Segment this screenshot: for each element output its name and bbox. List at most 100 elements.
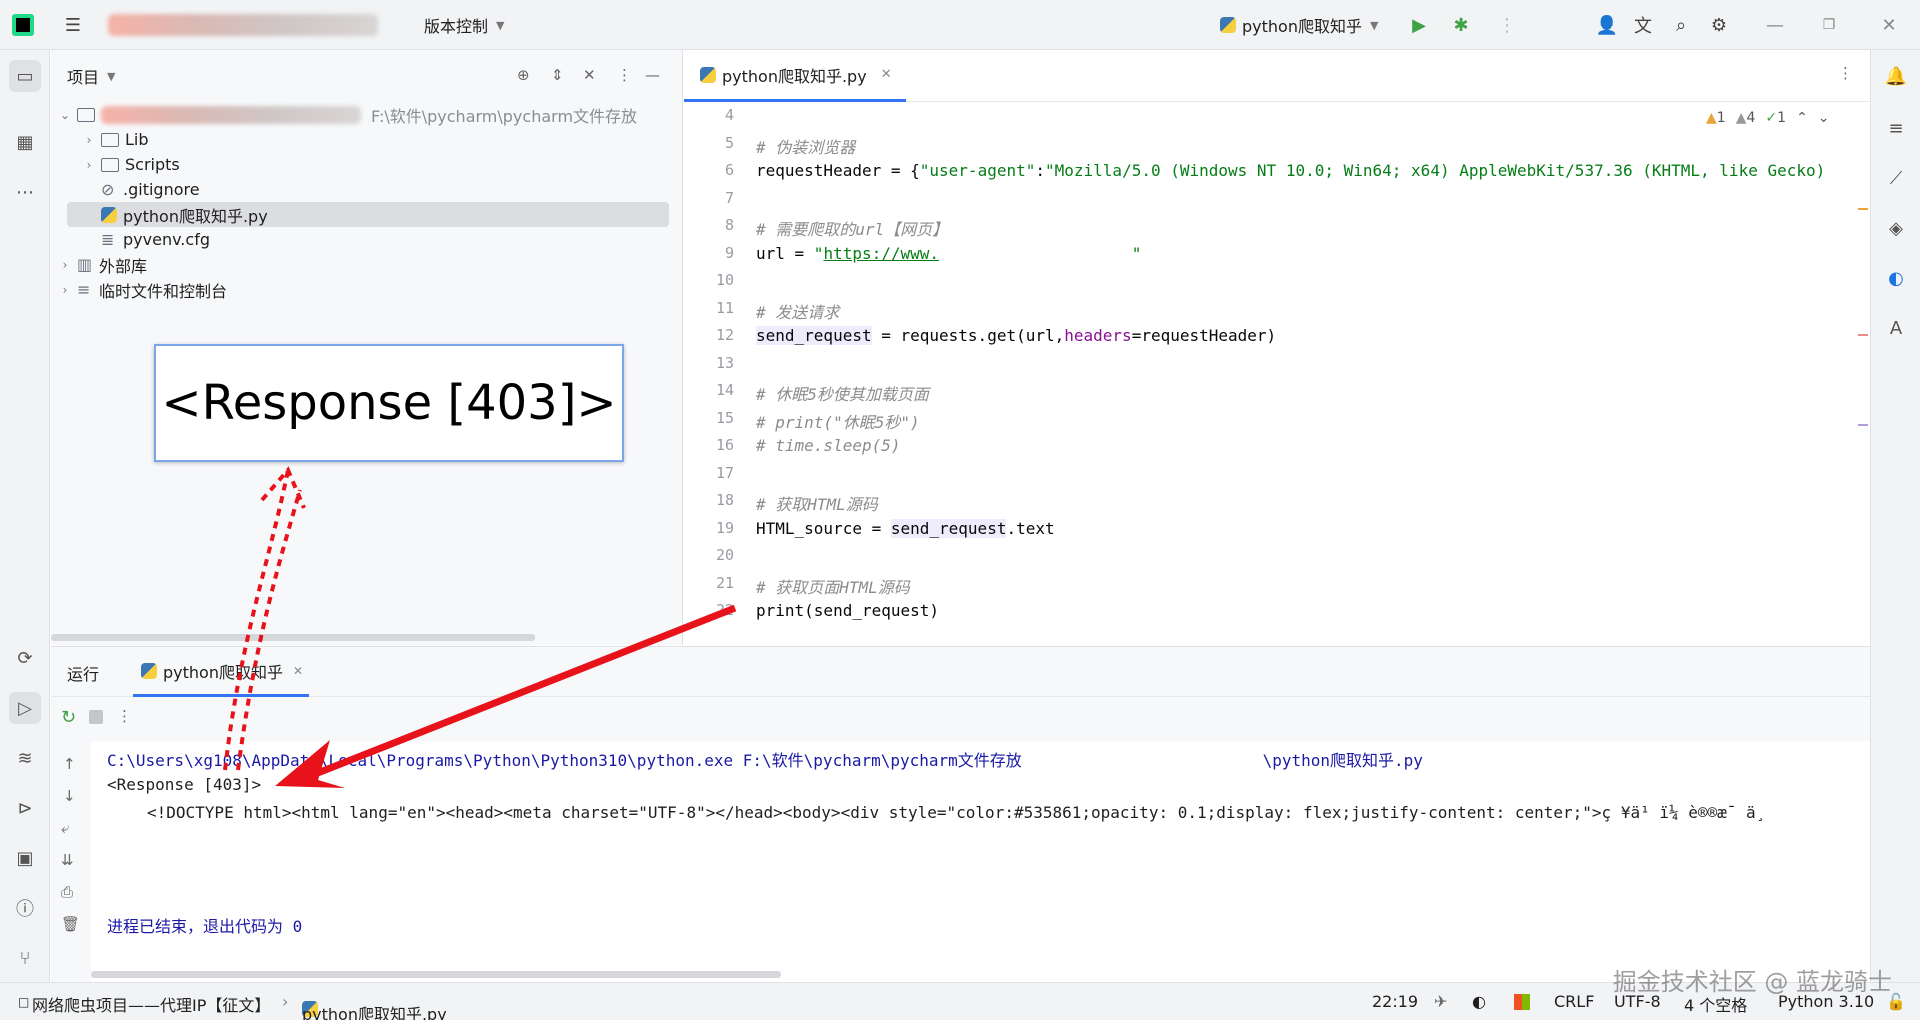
python-packages-icon[interactable]: ⟳ xyxy=(9,642,41,674)
notifications-icon[interactable]: 🔔 xyxy=(1880,60,1912,92)
run-tab-label: python爬取知乎 xyxy=(163,662,283,682)
edge-status-icon[interactable]: ◐ xyxy=(1472,992,1486,1011)
chart-icon[interactable]: ⟋ xyxy=(1880,162,1912,194)
more-actions-icon[interactable]: ⋮ xyxy=(1494,12,1520,38)
close-tab-icon[interactable]: ✕ xyxy=(293,664,303,678)
code-line[interactable]: # 伪装浏览器 xyxy=(756,134,855,158)
chevron-down-icon: ▼ xyxy=(496,18,505,32)
scroll-to-end-icon[interactable]: ⇊ xyxy=(61,851,74,869)
collapse-all-icon[interactable]: ✕ xyxy=(583,66,596,84)
tree-item-label: 外部库 xyxy=(99,256,148,276)
tree-item-scripts[interactable]: › Scripts xyxy=(81,152,180,177)
code-line[interactable]: url = "https://www. " xyxy=(756,244,1141,263)
terminal-icon[interactable]: ▣ xyxy=(9,842,41,874)
tab-options-icon[interactable]: ⋮ xyxy=(1838,64,1853,82)
ai-assistant-icon[interactable]: A xyxy=(1880,312,1912,344)
git-icon[interactable]: ⑂ xyxy=(9,942,41,974)
project-tool-icon[interactable]: ▭ xyxy=(9,60,41,92)
up-arrow-icon[interactable]: ↑ xyxy=(63,755,76,773)
plugin-icon[interactable]: ◈ xyxy=(1880,212,1912,244)
restore-icon[interactable]: ❐ xyxy=(1816,12,1842,38)
code-line[interactable]: # 发送请求 xyxy=(756,299,839,323)
tree-item-external-libs[interactable]: › ▥ 外部库 xyxy=(57,252,147,277)
search-icon[interactable]: ⌕ xyxy=(1668,12,1694,38)
run-icon[interactable]: ▶ xyxy=(1406,12,1432,38)
code-line[interactable]: # 获取HTML源码 xyxy=(756,491,878,515)
code-area[interactable]: # 伪装浏览器 requestHeader = {"user-agent":"Mo… xyxy=(684,102,1860,645)
vcs-menu[interactable]: 版本控制 ▼ xyxy=(424,0,504,50)
translate-icon[interactable]: 文 xyxy=(1630,12,1656,38)
debug-icon[interactable]: ✱ xyxy=(1448,12,1474,38)
code-line[interactable]: # 需要爬取的url【网页】 xyxy=(756,216,948,240)
copilot-icon[interactable]: ✈ xyxy=(1434,992,1447,1011)
layers-icon[interactable]: ≋ xyxy=(9,742,41,774)
code-line[interactable]: send_request = requests.get(url,headers=… xyxy=(756,326,1276,345)
down-arrow-icon[interactable]: ↓ xyxy=(63,787,76,805)
more-icon[interactable]: ⋮ xyxy=(117,707,132,725)
pycharm-logo xyxy=(12,14,34,36)
output-response: <Response [403]> xyxy=(107,775,262,794)
database-icon[interactable]: ≡ xyxy=(1880,112,1912,144)
options-icon[interactable]: ⋮ xyxy=(617,66,632,84)
horizontal-scrollbar[interactable] xyxy=(91,971,781,978)
tree-item-label: Lib xyxy=(125,130,149,149)
tree-item-gitignore[interactable]: ⊘ .gitignore xyxy=(101,177,200,202)
title-bar: ☰ 版本控制 ▼ python爬取知乎 ▼ ▶ ✱ ⋮ 👤 文 ⌕ ⚙ — ❐ … xyxy=(0,0,1920,50)
run-panel-title[interactable]: 运行 xyxy=(67,661,99,685)
structure-tool-icon[interactable]: ▦ xyxy=(9,126,41,158)
project-panel-title[interactable]: 项目 xyxy=(67,64,99,88)
more-tools-icon[interactable]: ⋯ xyxy=(9,176,41,208)
close-tab-icon[interactable]: ✕ xyxy=(881,67,892,82)
edge-icon[interactable]: ◐ xyxy=(1880,262,1912,294)
soft-wrap-icon[interactable]: ⤶ xyxy=(61,819,69,837)
caret-position[interactable]: 22:19 xyxy=(1372,992,1418,1011)
watermark: 掘金技术社区 @ 蓝龙骑士 xyxy=(1612,968,1892,996)
python-icon xyxy=(1220,17,1236,33)
editor-tab-active[interactable]: python爬取知乎.py ✕ xyxy=(684,50,906,102)
tree-item-python-file[interactable]: python爬取知乎.py xyxy=(67,202,669,227)
run-tool-icon[interactable]: ▷ xyxy=(9,692,41,724)
scratches-icon: ≡ xyxy=(77,280,91,299)
run-config-selector[interactable]: python爬取知乎 ▼ xyxy=(1220,0,1378,50)
line-separator[interactable]: CRLF xyxy=(1554,992,1594,1011)
python-file-icon xyxy=(101,206,117,223)
callout-text: <Response [403]> xyxy=(161,375,617,431)
run-config-label: python爬取知乎 xyxy=(1242,17,1362,36)
code-line[interactable]: requestHeader = {"user-agent":"Mozilla/5… xyxy=(756,161,1825,180)
run-tab[interactable]: python爬取知乎 ✕ xyxy=(133,647,309,697)
gear-icon[interactable]: ⚙ xyxy=(1706,12,1732,38)
trash-icon[interactable]: 🗑 xyxy=(61,915,80,933)
code-line[interactable]: # time.sleep(5) xyxy=(756,436,901,455)
chevron-down-icon: ⌄ xyxy=(59,107,71,122)
folder-icon xyxy=(77,107,95,122)
services-icon[interactable]: ⊳ xyxy=(9,792,41,824)
stop-icon[interactable] xyxy=(89,710,103,724)
tree-root[interactable]: ⌄ F:\软件\pycharm\pycharm文件存放 xyxy=(57,102,637,127)
main-menu-icon[interactable]: ☰ xyxy=(60,12,86,38)
tree-item-label: Scripts xyxy=(125,155,180,174)
run-panel: 运行 python爬取知乎 ✕ ↻ ⋮ ↑ ↓ ⤶ ⇊ ⎙ 🗑 C:\Users… xyxy=(51,646,1870,983)
code-line[interactable]: print(send_request) xyxy=(756,601,939,620)
expand-all-icon[interactable]: ⇕ xyxy=(551,66,564,84)
locate-icon[interactable]: ⊕ xyxy=(517,66,530,84)
code-line[interactable]: # print("休眠5秒") xyxy=(756,409,920,433)
chevron-right-icon: › xyxy=(62,257,68,272)
minimize-icon[interactable]: — xyxy=(1762,12,1788,38)
print-icon[interactable]: ⎙ xyxy=(61,883,73,901)
chevron-down-icon[interactable]: ▼ xyxy=(107,70,115,83)
code-line[interactable]: HTML_source = send_request.text xyxy=(756,518,1055,538)
project-widget[interactable] xyxy=(108,14,378,36)
rerun-icon[interactable]: ↻ xyxy=(61,707,76,728)
problems-icon[interactable]: ⓘ xyxy=(9,892,41,924)
code-line[interactable]: # 休眠5秒使其加载页面 xyxy=(756,381,929,405)
code-line[interactable]: # 获取页面HTML源码 xyxy=(756,574,910,598)
breadcrumb-project[interactable]: 网络爬虫项目——代理IP【征文】 xyxy=(32,992,270,1016)
add-user-icon[interactable]: 👤 xyxy=(1594,12,1620,38)
hide-panel-icon[interactable]: — xyxy=(645,66,660,84)
tree-item-scratches[interactable]: › ≡ 临时文件和控制台 xyxy=(57,277,227,302)
output-html: <!DOCTYPE html><html lang="en"><head><me… xyxy=(147,803,1766,822)
tree-item-pyvenv[interactable]: ≣ pyvenv.cfg xyxy=(101,227,210,252)
horizontal-scrollbar[interactable] xyxy=(51,634,535,641)
tree-item-lib[interactable]: › Lib xyxy=(81,127,149,152)
close-icon[interactable]: ✕ xyxy=(1876,12,1902,38)
